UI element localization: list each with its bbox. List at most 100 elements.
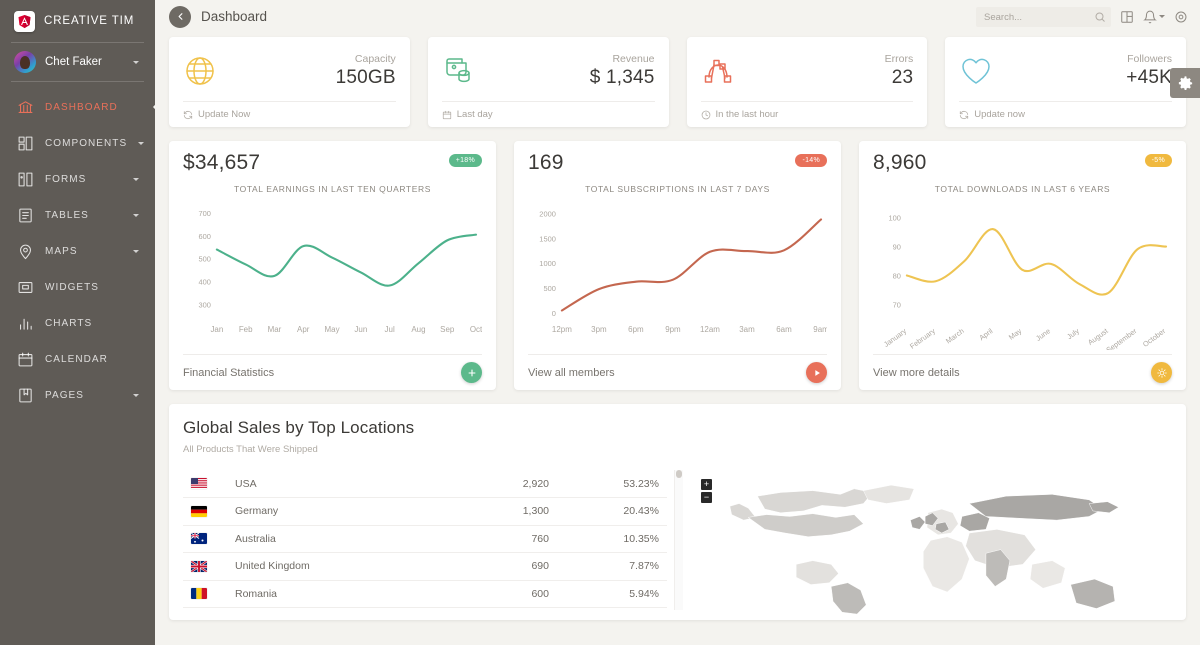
dashboard-grid-icon[interactable] [1120, 10, 1134, 24]
country-name-cell: USA [227, 470, 437, 498]
svg-text:October: October [1141, 326, 1168, 349]
sidebar-item-components[interactable]: COMPONENTS [0, 125, 155, 161]
stat-label: Capacity [354, 53, 396, 65]
notifications-button[interactable] [1143, 10, 1165, 24]
brand[interactable]: CREATIVE TIM [0, 0, 155, 42]
stat-value: 23 [891, 67, 914, 88]
svg-text:August: August [1086, 326, 1110, 347]
avatar [14, 51, 36, 73]
svg-text:2000: 2000 [539, 209, 556, 218]
layout-icon [16, 134, 34, 152]
back-button[interactable] [169, 5, 191, 28]
sidebar-item-dashboard[interactable]: DASHBOARD [0, 89, 155, 125]
chevron-down-icon [138, 141, 145, 145]
sales-value-cell: 690 [437, 552, 557, 581]
world-map[interactable]: + − [693, 470, 1172, 620]
chart-footer-link[interactable]: View all members [528, 367, 615, 379]
sidebar-nav: DASHBOARD COMPONENTS FORMS TABLES MAPS WIDGET… [0, 89, 155, 413]
chart-header: 169 -14% [528, 151, 827, 175]
forms-icon [16, 170, 34, 188]
floating-settings-button[interactable] [1170, 68, 1200, 98]
chart-footer-link[interactable]: View more details [873, 367, 960, 379]
svg-text:June: June [1034, 326, 1052, 343]
search-input[interactable] [976, 7, 1111, 27]
country-flag-cell [183, 470, 227, 498]
global-sales-card: Global Sales by Top Locations All Produc… [169, 404, 1186, 620]
stat-footer-label: Update Now [198, 109, 251, 120]
sidebar-divider-bottom [11, 81, 144, 82]
sun-icon [1156, 367, 1167, 378]
gear-icon[interactable] [1174, 10, 1188, 24]
widget-icon [16, 278, 34, 296]
table-row[interactable]: USA 2,920 53.23% [183, 470, 667, 498]
chart-title: TOTAL DOWNLOADS IN LAST 6 YEARS [934, 184, 1111, 194]
chart-footer-button[interactable] [806, 362, 827, 383]
page-title: Dashboard [201, 9, 268, 24]
gear-icon [1178, 75, 1192, 90]
sidebar-item-maps[interactable]: MAPS [0, 233, 155, 269]
stat-footer-label: In the last hour [715, 109, 779, 120]
chart-plot[interactable]: 100 90 80 70 January February March April May Jun… [873, 198, 1172, 350]
sidebar-item-label: MAPS [45, 245, 78, 257]
svg-text:1000: 1000 [539, 259, 556, 268]
us-flag [191, 478, 207, 489]
svg-text:February: February [908, 326, 937, 350]
sidebar-item-widgets[interactable]: WIDGETS [0, 269, 155, 305]
chevron-down-icon [133, 249, 139, 253]
svg-text:6am: 6am [776, 325, 792, 334]
sales-percent-cell: 20.43% [557, 497, 667, 526]
status-badge: -14% [795, 154, 827, 167]
sidebar-item-calendar[interactable]: CALENDAR [0, 341, 155, 377]
country-name-cell: Australia [227, 525, 437, 553]
table-row[interactable]: Romania 600 5.94% [183, 580, 667, 608]
scrollbar-thumb[interactable] [676, 470, 682, 478]
chevron-down-icon [133, 213, 139, 217]
stat-label: Errors [884, 53, 914, 65]
table-row[interactable]: United Kingdom 690 7.87% [183, 552, 667, 581]
stat-footer[interactable]: Last day [441, 101, 655, 127]
svg-text:80: 80 [893, 271, 901, 280]
country-name-cell: United Kingdom [227, 552, 437, 581]
stat-value: +45K [1126, 67, 1172, 88]
chevron-down-icon [1159, 15, 1165, 18]
search-icon[interactable] [1094, 11, 1106, 23]
status-badge: +18% [448, 154, 482, 167]
chart-footer-link[interactable]: Financial Statistics [183, 367, 274, 379]
country-flag-cell [183, 497, 227, 526]
clock-icon [701, 110, 710, 119]
refresh-icon [960, 110, 969, 119]
stat-values: Capacity 150GB [336, 53, 396, 89]
bank-icon [16, 98, 34, 116]
sales-percent-cell: 10.35% [557, 525, 667, 553]
svg-text:April: April [977, 326, 994, 342]
table-row[interactable]: Australia 760 10.35% [183, 525, 667, 553]
sales-table-wrap: USA 2,920 53.23% Germany 1,300 20.43% Australi… [183, 470, 683, 620]
map-zoom-in-button[interactable]: + [701, 479, 712, 490]
sales-table: USA 2,920 53.23% Germany 1,300 20.43% Australi… [183, 470, 667, 608]
chart-footer-button[interactable] [1151, 362, 1172, 383]
chart-plot[interactable]: 2000 1500 1000 500 0 12pm 3pm 6pm 9pm 12am 3am 6am 9… [528, 198, 827, 350]
chart-footer-button[interactable] [461, 362, 482, 383]
map-zoom-out-button[interactable]: − [701, 492, 712, 503]
chart-plot[interactable]: 700 600 500 400 300 Jan Feb Mar Apr May Jun Jul Aug S… [183, 198, 482, 350]
stat-footer[interactable]: Update Now [183, 101, 396, 127]
globe-icon [183, 54, 217, 88]
sidebar: CREATIVE TIM Chet Faker DASHBOARD COMPONE… [0, 0, 155, 645]
country-name-cell: Germany [227, 497, 437, 526]
sidebar-item-tables[interactable]: TABLES [0, 197, 155, 233]
stat-footer-label: Last day [456, 109, 493, 120]
stat-values: Revenue $ 1,345 [590, 53, 655, 89]
svg-text:Mar: Mar [268, 325, 282, 334]
stat-footer[interactable]: In the last hour [700, 101, 914, 127]
sidebar-item-pages[interactable]: PAGES [0, 377, 155, 413]
stat-footer[interactable]: Update now [959, 101, 1172, 127]
sidebar-item-forms[interactable]: FORMS [0, 161, 155, 197]
sidebar-user[interactable]: Chet Faker [0, 43, 155, 81]
table-row[interactable]: Germany 1,300 20.43% [183, 497, 667, 526]
sidebar-item-charts[interactable]: CHARTS [0, 305, 155, 341]
global-sales-body: USA 2,920 53.23% Germany 1,300 20.43% Australi… [183, 470, 1172, 620]
refresh-icon [183, 110, 193, 119]
navbar-actions [976, 7, 1188, 27]
au-flag [191, 533, 207, 545]
table-scrollbar[interactable] [674, 470, 683, 610]
